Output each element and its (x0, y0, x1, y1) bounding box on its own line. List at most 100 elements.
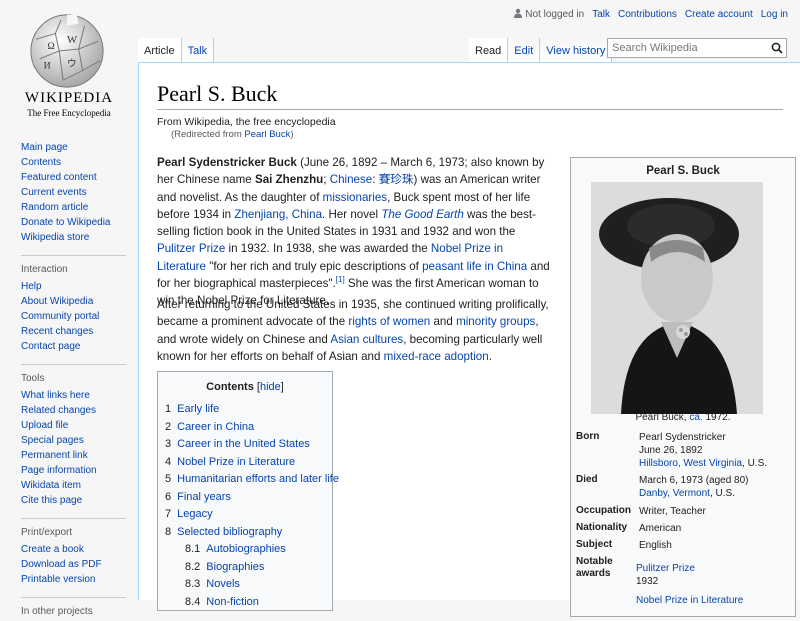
toc-item[interactable]: 8.3 Novels (165, 576, 332, 594)
link-rights-of-women[interactable]: rights of women (348, 315, 430, 328)
link-award-pulitzer[interactable]: Pulitzer Prize (636, 563, 695, 574)
tab-edit[interactable]: Edit (508, 38, 541, 62)
link-chinese[interactable]: Chinese (330, 173, 373, 186)
toc-item-link[interactable]: Novels (206, 578, 240, 590)
toc-item[interactable]: 1 Early life (165, 401, 332, 419)
log-in-link[interactable]: Log in (761, 9, 788, 20)
wikipedia-logo[interactable]: Ω W И ウ Wikipedia The Free Encyclopedia (0, 0, 138, 130)
tab-talk[interactable]: Talk (181, 38, 215, 62)
toc-item[interactable]: 4 Nobel Prize in Literature (165, 454, 332, 472)
link-asian-cultures[interactable]: Asian cultures (330, 333, 403, 346)
view-tabs: Read Edit View history (469, 38, 613, 62)
tab-read[interactable]: Read (469, 38, 509, 62)
sidebar-item-tools-4[interactable]: Permanent link (21, 450, 88, 461)
portrait-photo[interactable] (591, 182, 763, 414)
sidebar-tools-list: What links here Related changes Upload fil… (0, 388, 138, 508)
sidebar-item-tools-5[interactable]: Page information (21, 465, 97, 476)
talk-link[interactable]: Talk (592, 9, 610, 20)
awards-label: Notable awards (576, 556, 613, 579)
sidebar-divider (21, 518, 126, 519)
toc-item-link[interactable]: Biographies (206, 561, 264, 573)
link-the-good-earth[interactable]: The Good Earth (381, 208, 464, 221)
toc-item-number: 8 (165, 525, 172, 538)
infobox-row-born: Born Pearl Sydenstricker June 26, 1892 Hil… (576, 431, 792, 470)
reference-link[interactable]: [1] (336, 275, 345, 284)
sidebar-item-print-2[interactable]: Printable version (21, 574, 95, 585)
site-tagline: From Wikipedia, the free encyclopedia (157, 116, 336, 128)
title-divider (157, 109, 783, 110)
toc-item-link[interactable]: Non-fiction (206, 596, 259, 608)
toc-item-link[interactable]: Career in the United States (177, 438, 310, 450)
sidebar-item-interaction-2[interactable]: Community portal (21, 311, 99, 322)
toc-item-link[interactable]: Legacy (177, 508, 212, 520)
sidebar-item-tools-3[interactable]: Special pages (21, 435, 84, 446)
link-missionaries[interactable]: missionaries (323, 191, 387, 204)
died-place-line: Danby, Vermont, U.S. (639, 487, 792, 500)
sidebar-item-interaction-4[interactable]: Contact page (21, 341, 81, 352)
sidebar-list-item: Printable version (21, 572, 138, 587)
sidebar-item-main-0[interactable]: Main page (21, 142, 68, 153)
toc-item-link[interactable]: Early life (177, 403, 219, 415)
search-input[interactable]: Search Wikipedia (607, 38, 787, 58)
sidebar-item-main-4[interactable]: Random article (21, 202, 88, 213)
text: . Her novel (322, 207, 382, 221)
link-pulitzer-prize[interactable]: Pulitzer Prize (157, 242, 225, 255)
toc-item[interactable]: 8.1 Autobiographies (165, 541, 332, 559)
create-account-link[interactable]: Create account (685, 9, 753, 20)
toc-item[interactable]: 5 Humanitarian efforts and later life (165, 471, 339, 489)
sidebar-item-main-5[interactable]: Donate to Wikipedia (21, 217, 111, 228)
sidebar-item-main-3[interactable]: Current events (21, 187, 87, 198)
text: "for her rich and truly epic description… (205, 259, 423, 273)
toc-item[interactable]: 8.2 Biographies (165, 559, 332, 577)
infobox: Pearl S. Buck Pearl Buck, ca. 1972. Born… (570, 157, 796, 617)
toc-item[interactable]: 2 Career in China (165, 419, 332, 437)
sidebar-item-main-6[interactable]: Wikipedia store (21, 232, 89, 243)
toc-item[interactable]: 6 Final years (165, 489, 332, 507)
sidebar-item-tools-1[interactable]: Related changes (21, 405, 96, 416)
toc-item-link[interactable]: Selected bibliography (177, 526, 282, 538)
toc-item[interactable]: 8 Selected bibliography (165, 524, 332, 542)
toc-heading: Contents (206, 381, 254, 393)
toc-item[interactable]: 8.4 Non-fiction (165, 594, 332, 612)
link-danby-vermont[interactable]: Danby, Vermont (639, 488, 710, 499)
toc-item[interactable]: 7 Legacy (165, 506, 332, 524)
link-hillsboro[interactable]: Hillsboro, West Virginia (639, 458, 742, 469)
sidebar-item-print-0[interactable]: Create a book (21, 544, 84, 555)
occupation-label: Occupation (576, 505, 632, 516)
caption-ca-link[interactable]: ca. (689, 412, 702, 423)
toc-item-link[interactable]: Final years (177, 491, 231, 503)
tab-read-label: Read (475, 45, 502, 57)
sidebar-heading-other-projects[interactable]: In other projects (21, 606, 138, 617)
sidebar-item-tools-7[interactable]: Cite this page (21, 495, 82, 506)
toc-item-link[interactable]: Humanitarian efforts and later life (177, 473, 339, 485)
tab-view-history[interactable]: View history (540, 38, 613, 62)
contributions-link[interactable]: Contributions (618, 9, 677, 20)
toc-item-number: 2 (165, 420, 172, 433)
toc-item[interactable]: 3 Career in the United States (165, 436, 332, 454)
sidebar-item-interaction-0[interactable]: Help (21, 281, 42, 292)
link-zhenjiang[interactable]: Zhenjiang, China (234, 208, 322, 221)
sidebar-item-tools-6[interactable]: Wikidata item (21, 480, 81, 491)
sidebar-item-interaction-1[interactable]: About Wikipedia (21, 296, 93, 307)
link-mixed-race-adoption[interactable]: mixed-race adoption (384, 350, 489, 363)
sidebar-heading-interaction[interactable]: Interaction (21, 264, 138, 275)
sidebar-heading-tools[interactable]: Tools (21, 373, 138, 384)
sidebar-item-print-1[interactable]: Download as PDF (21, 559, 102, 570)
sidebar-item-main-1[interactable]: Contents (21, 157, 61, 168)
link-award-nobel[interactable]: Nobel Prize in Literature (636, 595, 743, 606)
link-minority-groups[interactable]: minority groups (456, 315, 535, 328)
search-icon[interactable] (771, 42, 783, 54)
toc-item-link[interactable]: Career in China (177, 421, 254, 433)
sidebar-item-tools-0[interactable]: What links here (21, 390, 90, 401)
link-hanzi[interactable]: 賽珍珠 (379, 173, 414, 186)
link-peasant-life[interactable]: peasant life in China (422, 260, 527, 273)
tab-article[interactable]: Article (138, 38, 182, 62)
redirect-link[interactable]: Pearl Buck (244, 129, 290, 140)
sidebar-item-tools-2[interactable]: Upload file (21, 420, 68, 431)
sidebar-item-main-2[interactable]: Featured content (21, 172, 97, 183)
toc-item-link[interactable]: Nobel Prize in Literature (177, 456, 295, 468)
sidebar-heading-print[interactable]: Print/export (21, 527, 138, 538)
sidebar-item-interaction-3[interactable]: Recent changes (21, 326, 93, 337)
toc-item-link[interactable]: Autobiographies (206, 543, 286, 555)
toc-hide-link[interactable]: hide (260, 381, 281, 393)
